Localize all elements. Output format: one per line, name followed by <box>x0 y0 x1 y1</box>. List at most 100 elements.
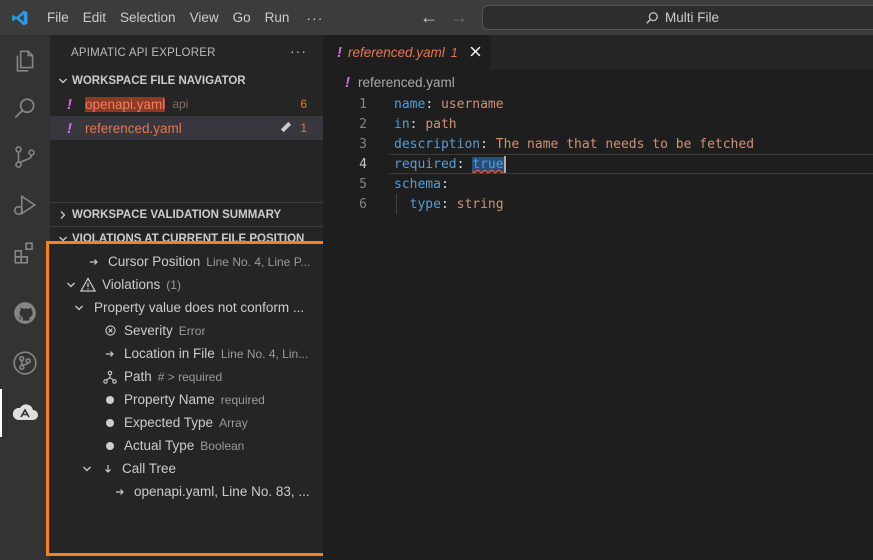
menu-bar: File Edit Selection View Go Run ··· <box>40 0 333 35</box>
menu-file[interactable]: File <box>40 0 76 35</box>
apimatic-icon[interactable] <box>0 389 50 437</box>
code-line: 2 in: path <box>323 114 873 134</box>
run-debug-icon[interactable] <box>0 181 50 229</box>
yaml-separator: : <box>440 196 457 212</box>
yaml-value: string <box>456 196 504 212</box>
activity-bar <box>0 35 50 560</box>
chevron-down-icon <box>56 76 70 86</box>
tree-detail-severity[interactable]: Severity Error <box>50 319 323 342</box>
tab-problem-count: 1 <box>450 45 458 60</box>
section-workspace-file-navigator[interactable]: WORKSPACE FILE NAVIGATOR <box>50 70 323 92</box>
violation-title: Property value does not conform ... <box>94 300 305 315</box>
file-item-openapi[interactable]: ! openapi.yaml api 6 <box>50 92 323 116</box>
tree-label: Violations <box>102 277 161 292</box>
line-number: 3 <box>359 136 367 152</box>
section-workspace-validation-summary[interactable]: WORKSPACE VALIDATION SUMMARY <box>50 204 323 226</box>
line-number: 5 <box>359 176 367 192</box>
file-item-referenced[interactable]: ! referenced.yaml 1 <box>50 116 323 140</box>
edit-pencil-icon[interactable] <box>278 120 293 138</box>
arrow-right-icon <box>112 484 128 500</box>
chevron-down-icon <box>80 464 94 474</box>
breadcrumb-file[interactable]: referenced.yaml <box>358 75 455 90</box>
menu-selection[interactable]: Selection <box>113 0 183 35</box>
tree-violation-item[interactable]: Property value does not conform ... <box>50 296 323 319</box>
tree-call-tree[interactable]: Call Tree <box>50 457 323 480</box>
tree-description: Error <box>178 323 206 338</box>
tree-violations[interactable]: Violations (1) <box>50 273 323 296</box>
yaml-key: type <box>409 196 441 212</box>
tree-label: Actual Type <box>124 438 195 453</box>
tree-description: # > required <box>157 369 223 384</box>
warning-mark-icon: ! <box>345 73 350 91</box>
github-icon[interactable] <box>0 289 50 337</box>
yaml-key: name <box>394 96 426 112</box>
sidebar-more-actions-icon[interactable]: ··· <box>290 43 307 59</box>
line-number: 4 <box>359 156 367 172</box>
yaml-value: path <box>425 116 457 132</box>
extensions-icon[interactable] <box>0 229 50 277</box>
violation-count: (1) <box>166 277 181 292</box>
menu-run[interactable]: Run <box>258 0 297 35</box>
tree-label: Cursor Position <box>108 254 201 269</box>
error-circle-icon <box>102 323 118 339</box>
indent-guide <box>396 194 397 214</box>
code-line: 3 description: The name that needs to be… <box>323 134 873 154</box>
section-title: VIOLATIONS AT CURRENT FILE POSITION <box>72 233 305 245</box>
yaml-key: schema <box>394 176 441 192</box>
forward-arrow-icon[interactable]: → <box>450 7 468 28</box>
dot-icon <box>102 438 118 454</box>
tab-referenced-yaml[interactable]: ! referenced.yaml 1 <box>323 35 491 70</box>
menu-edit[interactable]: Edit <box>76 0 113 35</box>
breadcrumb: ! referenced.yaml <box>323 70 873 94</box>
yaml-key: required <box>394 156 457 172</box>
command-center-search[interactable]: Multi File <box>482 5 873 30</box>
navigation-arrows: ← → <box>420 0 468 35</box>
dot-icon <box>102 415 118 431</box>
section-title: WORKSPACE FILE NAVIGATOR <box>72 75 246 87</box>
command-center-label: Multi File <box>664 10 719 25</box>
tree-detail-location[interactable]: Location in File Line No. 4, Lin... <box>50 342 323 365</box>
yaml-value: username <box>440 96 504 112</box>
tree-cursor-position[interactable]: Cursor Position Line No. 4, Line P... <box>50 250 323 273</box>
yaml-key: in <box>394 116 410 132</box>
menu-view[interactable]: View <box>183 0 226 35</box>
tree-label: openapi.yaml, Line No. 83, ... <box>134 484 310 499</box>
section-violations-at-position[interactable]: VIOLATIONS AT CURRENT FILE POSITION <box>50 228 323 250</box>
arrow-down-icon <box>100 461 116 477</box>
tree-label: Severity <box>124 323 173 338</box>
menu-go[interactable]: Go <box>226 0 258 35</box>
back-arrow-icon[interactable]: ← <box>420 7 438 28</box>
tree-detail-path[interactable]: Path # > required <box>50 365 323 388</box>
warning-triangle-icon <box>80 277 96 293</box>
tree-description: Line No. 4, Lin... <box>220 346 309 361</box>
line-number: 1 <box>359 96 367 112</box>
warning-mark-icon: ! <box>337 44 342 61</box>
tree-detail-expected-type[interactable]: Expected Type Array <box>50 411 323 434</box>
code-line-current: 4 required: true <box>323 154 873 174</box>
problem-count-badge: 1 <box>300 121 307 135</box>
line-number: 6 <box>359 196 367 212</box>
section-title: WORKSPACE VALIDATION SUMMARY <box>72 209 282 221</box>
yaml-separator: : <box>480 136 496 152</box>
git-graph-icon[interactable] <box>0 339 50 387</box>
tree-detail-actual-type[interactable]: Actual Type Boolean <box>50 434 323 457</box>
tree-description: required <box>220 392 265 407</box>
sidebar-title: APIMATIC API EXPLORER <box>71 46 216 59</box>
vscode-logo-icon <box>0 0 40 35</box>
tree-call-tree-entry[interactable]: openapi.yaml, Line No. 83, ... <box>50 480 323 503</box>
file-name: referenced.yaml <box>85 120 182 136</box>
arrow-right-icon <box>86 254 102 270</box>
yaml-separator: : <box>456 156 473 172</box>
tree-detail-property-name[interactable]: Property Name required <box>50 388 323 411</box>
menu-more-icon[interactable]: ··· <box>296 10 333 26</box>
line-number: 2 <box>359 116 367 132</box>
yaml-separator: : <box>440 176 449 192</box>
editor: ! referenced.yaml 1 ! referenced.yaml 1 … <box>323 35 873 560</box>
source-control-icon[interactable] <box>0 133 50 181</box>
explorer-icon[interactable] <box>0 37 50 85</box>
file-name: openapi.yaml <box>85 96 166 112</box>
code-area[interactable]: 1 name: username 2 in: path 3 descriptio… <box>323 94 873 214</box>
yaml-key: description <box>394 136 481 152</box>
close-icon[interactable] <box>470 44 481 62</box>
search-icon[interactable] <box>0 85 50 133</box>
